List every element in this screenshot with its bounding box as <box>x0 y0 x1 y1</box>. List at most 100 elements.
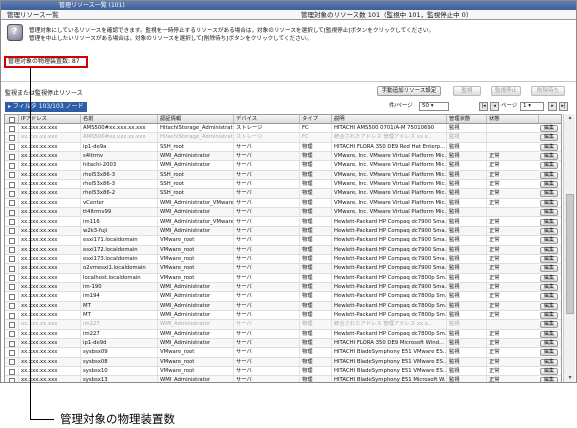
row-checkbox[interactable] <box>9 256 15 263</box>
row-checkbox[interactable] <box>9 312 15 319</box>
manual-add-resource-button[interactable]: 手動追加リソース設定 <box>377 86 441 96</box>
col-mgmt[interactable]: 管理状態 <box>446 115 486 123</box>
row-checkbox[interactable] <box>9 134 15 141</box>
col-status[interactable]: 状態 <box>486 115 538 123</box>
table-row[interactable]: xx.xxx.xx.xxx ip1-de9a SSH_root サーバ 物理 HITACH… <box>5 142 561 153</box>
col-ip[interactable]: IPアドレス <box>18 115 80 123</box>
table-row[interactable]: xx.xxx.xx.xxx hitachi-2003 WMI_Administrat… <box>5 161 561 171</box>
edit-button[interactable]: 編集 <box>540 190 558 198</box>
row-checkbox[interactable] <box>9 153 15 160</box>
row-checkbox[interactable] <box>9 172 15 179</box>
edit-button[interactable]: 編集 <box>540 237 558 245</box>
row-checkbox[interactable] <box>9 247 15 254</box>
next-page-icon[interactable]: ▸ <box>548 102 557 111</box>
edit-button[interactable]: 編集 <box>540 246 558 254</box>
col-auth[interactable]: 認証情報 <box>157 115 233 123</box>
edit-button[interactable]: 編集 <box>540 181 558 189</box>
prev-page-icon[interactable]: ◂ <box>490 102 499 111</box>
edit-button[interactable]: 編集 <box>540 125 558 132</box>
table-row[interactable]: xx.xxx.xx.xxx im116 WMI_Administrator_VMwa… <box>5 217 561 227</box>
table-scrollbar[interactable]: ▴ ▾ <box>563 114 575 382</box>
edit-button[interactable]: 編集 <box>540 153 558 161</box>
table-row[interactable]: xx.xxx.xx.xxx sysbsx08 VMware_root サーバ 物理 HIT… <box>5 357 561 368</box>
edit-button[interactable]: 編集 <box>540 209 558 217</box>
row-checkbox[interactable] <box>9 237 15 244</box>
table-row[interactable]: xx.xxx.xx.xxx AMS500#xx.xxx.xx.xxx Hitachi… <box>5 124 561 134</box>
row-checkbox[interactable] <box>9 265 15 272</box>
edit-button[interactable]: 編集 <box>540 340 558 348</box>
edit-button[interactable]: 編集 <box>540 358 558 366</box>
table-row[interactable]: xx.xxx.xx.xxx MT WMI_Administrator サーバ 物理 Hew… <box>5 301 561 311</box>
edit-button[interactable]: 編集 <box>540 171 558 179</box>
delete-wait-button[interactable]: 削除待ち <box>531 86 565 96</box>
table-row[interactable]: xx.xxx.xx.xxx sysbsx13 WMI_Administrator サー… <box>5 376 561 382</box>
row-checkbox[interactable] <box>9 349 15 356</box>
edit-button[interactable]: 編集 <box>540 283 558 291</box>
table-row[interactable]: xx.xxx.xx.xxx rhel53x86-3 SSH_root サーバ 物理 VMw… <box>5 180 561 190</box>
table-row[interactable]: xx.xxx.xx.xxx ip1-de9d WMI_Administrator サー… <box>5 339 561 349</box>
scroll-down-icon[interactable]: ▾ <box>565 374 575 382</box>
table-row[interactable]: xx.xxx.xx.xxx s4ltrmv WMI_Administrator サーバ… <box>5 152 561 162</box>
table-row[interactable]: xx.xxx.xx.xxx esxi171.localdomain VMware_r… <box>5 236 561 246</box>
edit-button[interactable]: 編集 <box>540 321 558 329</box>
edit-button[interactable]: 編集 <box>540 377 558 382</box>
table-row[interactable]: xx.xxx.xx.xxx esxi173.localdomain VMware_r… <box>5 254 561 265</box>
row-checkbox[interactable] <box>9 321 15 328</box>
row-checkbox[interactable] <box>9 377 15 382</box>
table-row[interactable]: xx.xxx.xx.xxx AMS500#xx.xxx.xx.xxx Hitachi… <box>5 133 561 143</box>
row-checkbox[interactable] <box>9 200 15 207</box>
table-row[interactable]: xx.xxx.xx.xxx w2k3-fuji WMI_Administrator サ… <box>5 226 561 237</box>
edit-button[interactable]: 編集 <box>540 218 558 226</box>
row-checkbox[interactable] <box>9 209 15 216</box>
first-page-icon[interactable]: |◂ <box>479 102 488 111</box>
page-select[interactable]: 1 ▾ <box>520 102 544 111</box>
monitor-button[interactable]: 監視 <box>453 86 481 96</box>
per-page-select[interactable]: 50 ▾ <box>419 102 449 111</box>
last-page-icon[interactable]: ▸| <box>559 102 568 111</box>
row-checkbox[interactable] <box>9 284 15 291</box>
edit-button[interactable]: 編集 <box>540 143 558 151</box>
table-row[interactable]: xx.xxx.xx.xxx sysbsx09 VMware_root サーバ 物理 HIT… <box>5 348 561 358</box>
row-checkbox[interactable] <box>9 293 15 300</box>
edit-button[interactable]: 編集 <box>540 330 558 338</box>
table-row[interactable]: xx.xxx.xx.xxx MT WMI_Administrator サーバ 物理 Hew… <box>5 311 561 321</box>
edit-button[interactable]: 編集 <box>540 368 558 376</box>
edit-button[interactable]: 編集 <box>540 255 558 263</box>
row-checkbox[interactable] <box>9 368 15 375</box>
scroll-thumb[interactable] <box>566 194 574 314</box>
row-checkbox[interactable] <box>9 190 15 197</box>
col-device[interactable]: デバイス <box>233 115 299 123</box>
edit-button[interactable]: 編集 <box>540 265 558 273</box>
edit-button[interactable]: 編集 <box>540 162 558 170</box>
edit-button[interactable]: 編集 <box>540 227 558 235</box>
edit-button[interactable]: 編集 <box>540 199 558 207</box>
edit-button[interactable]: 編集 <box>540 312 558 319</box>
table-row[interactable]: xx.xxx.xx.xxx rhel53x86-2 SSH_root サーバ 物理 VMw… <box>5 189 561 199</box>
row-checkbox[interactable] <box>9 162 15 169</box>
edit-button[interactable]: 編集 <box>540 134 558 142</box>
select-all-checkbox[interactable] <box>9 117 15 123</box>
row-checkbox[interactable] <box>9 303 15 310</box>
stop-monitor-button[interactable]: 監視停止 <box>491 86 521 96</box>
row-checkbox[interactable] <box>9 331 15 338</box>
col-type[interactable]: タイプ <box>299 115 331 123</box>
table-row[interactable]: xx.xxx.xx.xxx im-190 WMI_Administrator サーバ物… <box>5 282 561 293</box>
edit-button[interactable]: 編集 <box>540 274 558 282</box>
row-checkbox[interactable] <box>9 219 15 225</box>
filter-toggle[interactable]: ▸ フィルタ 103/103 ノード <box>5 102 87 112</box>
row-checkbox[interactable] <box>9 125 15 132</box>
row-checkbox[interactable] <box>9 144 15 151</box>
table-row[interactable]: xx.xxx.xx.xxx im194 WMI_Administrator サーバ 物理… <box>5 292 561 302</box>
row-checkbox[interactable] <box>9 340 15 347</box>
row-checkbox[interactable] <box>9 275 15 282</box>
table-row[interactable]: xx.xxx.xx.xxx localhost.localdomain VMware… <box>5 273 561 283</box>
edit-button[interactable]: 編集 <box>540 349 558 357</box>
table-row[interactable]: xx.xxx.xx.xxx tt4ltrmv99 WMI_Administrator… <box>5 208 561 218</box>
col-desc[interactable]: 説明 <box>331 115 446 123</box>
row-checkbox[interactable] <box>9 181 15 188</box>
table-row[interactable]: xx.xxx.xx.xxx o2vmesxi1.localdomain VMware… <box>5 264 561 274</box>
col-name[interactable]: 名前 <box>80 115 157 123</box>
table-row[interactable]: xx.xxx.xx.xxx im227 WMI_Administrator サーバ 物理… <box>5 329 561 340</box>
table-row[interactable]: xx.xxx.xx.xxx im227 WMI_Administrator サーバ 物理… <box>5 320 561 330</box>
table-row[interactable]: xx.xxx.xx.xxx esxi172.localdomain VMware_r… <box>5 245 561 255</box>
